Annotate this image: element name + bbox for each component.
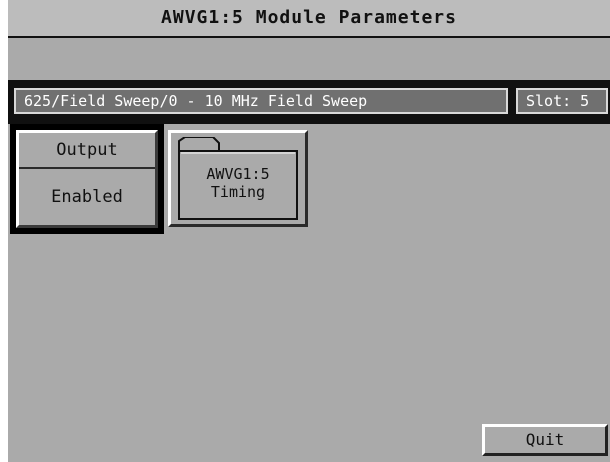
module-parameters-screen: AWVG1:5 Module Parameters 625/Field Swee… [8,0,610,462]
timing-folder-line2: Timing [210,183,266,201]
slot-field: Slot: 5 [516,88,608,114]
window-title: AWVG1:5 Module Parameters [161,7,457,28]
timing-folder-line1: AWVG1:5 [206,165,270,183]
slot-text: Slot: 5 [526,92,590,110]
info-bar: 625/Field Sweep/0 - 10 MHz Field Sweep S… [8,80,610,124]
quit-button[interactable]: Quit [482,424,608,456]
timing-folder-button[interactable]: AWVG1:5 Timing [168,130,308,227]
output-label: Output [19,133,155,169]
title-bar: AWVG1:5 Module Parameters [8,0,610,38]
output-selection-frame: Output Enabled [10,124,164,234]
signal-path-field: 625/Field Sweep/0 - 10 MHz Field Sweep [14,88,508,114]
output-value: Enabled [51,187,123,207]
output-toggle-button[interactable]: Output Enabled [16,130,158,228]
signal-path-text: 625/Field Sweep/0 - 10 MHz Field Sweep [24,92,368,110]
